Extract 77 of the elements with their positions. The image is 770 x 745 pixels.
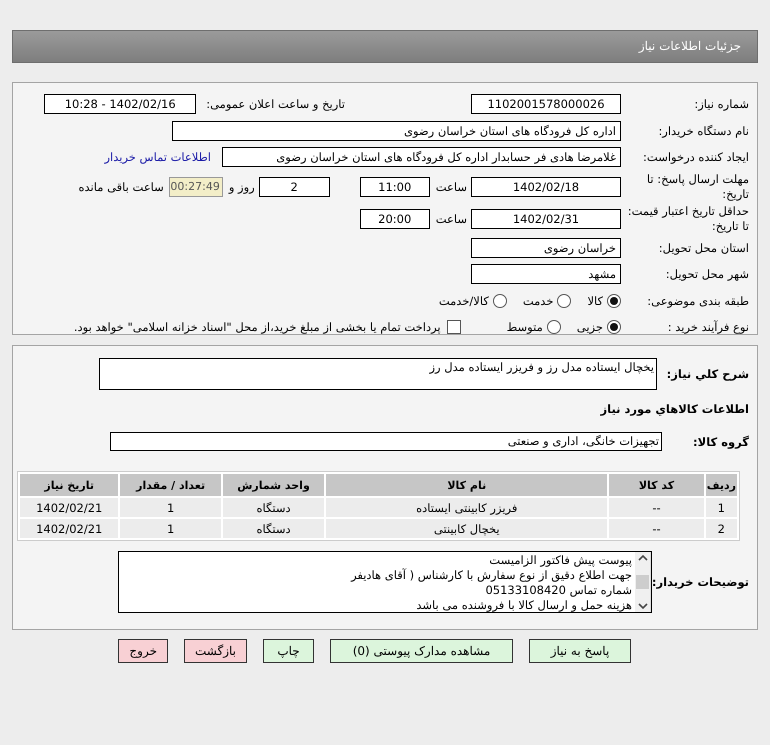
field-label: نام دستگاه خریدار: xyxy=(657,124,749,138)
countdown-field[interactable]: 00:27:49 xyxy=(168,176,223,196)
action-button[interactable]: پاسخ به نیاز xyxy=(529,639,631,663)
notes-line: جهت اطلاع دقیق از نوع سفارش با کارشناس ( آقای هادیفر xyxy=(350,568,632,583)
field-label: توضیحات خریدار: xyxy=(652,575,749,589)
input-field[interactable]: 1402/02/18 xyxy=(471,176,621,196)
input-field[interactable]: اداره کل فرودگاه های استان خراسان رضوی xyxy=(172,120,621,141)
action-button[interactable]: بازگشت xyxy=(184,639,247,663)
notes-line: هزینه حمل و ارسال کالا با فروشنده می باشد xyxy=(415,598,632,612)
radio-button[interactable] xyxy=(557,294,572,308)
table-cell: 1402/02/21 xyxy=(20,498,118,517)
radio-button[interactable] xyxy=(607,294,621,308)
field-label: شماره نیاز: xyxy=(693,97,749,112)
action-button[interactable]: خروج xyxy=(118,639,168,663)
table-cell: -- xyxy=(609,519,704,538)
option-label: خدمت xyxy=(522,294,554,308)
field-label: شرح کلي نياز: xyxy=(666,367,749,381)
table-cell: 1 xyxy=(120,519,221,538)
option-label: متوسط xyxy=(506,320,543,334)
section-title: اطلاعات كالاهاي مورد نياز xyxy=(600,402,749,416)
field-label: ساعت xyxy=(436,212,467,226)
contact-link[interactable]: اطلاعات تماس خریدار xyxy=(104,150,211,164)
page-header: جزئیات اطلاعات نیاز xyxy=(12,30,758,63)
field-label: شهر محل تحویل: xyxy=(664,267,749,282)
input-field[interactable]: 1102001578000026 xyxy=(471,94,621,114)
input-field[interactable]: مشهد xyxy=(471,264,621,284)
field-label: ایجاد کننده درخواست: xyxy=(642,150,749,164)
input-field[interactable]: تجهیزات خانگی، اداری و صنعتی xyxy=(110,432,662,451)
scrollbar[interactable] xyxy=(635,552,651,612)
table-cell: 1 xyxy=(120,498,221,517)
description-field[interactable]: يخچال ايستاده مدل رز و فريزر ايستاده مدل رز xyxy=(99,358,657,390)
field-label: استان محل تحویل: xyxy=(658,240,749,255)
checkbox[interactable] xyxy=(446,320,461,334)
input-field[interactable]: غلامرضا هادی فر حسابدار اداره کل فرودگاه های استان خراسان رضوی xyxy=(222,147,621,168)
notes-field[interactable]: پیوست پیش فاکتور الزامیست جهت اطلاع دقیق از نوع سفارش با کارشناس ( آقای هادیفر شماره تماس 05133108420 هزینه حمل و ارسال کالا با فروشنده می باشد xyxy=(118,551,652,613)
payment-note: پرداخت تمام یا بخشی از مبلغ خرید،از محل "اسناد خزانه اسلامی" خواهد بود. xyxy=(74,320,441,334)
field-label: نوع فرآیند خرید : xyxy=(666,320,749,334)
scroll-up-icon[interactable] xyxy=(638,554,648,561)
input-field[interactable]: خراسان رضوی xyxy=(471,238,621,258)
table-cell: 1402/02/21 xyxy=(20,519,118,538)
field-label: تاریخ و ساعت اعلان عمومی: xyxy=(206,97,345,112)
table-cell: 1 xyxy=(706,498,737,517)
option-label: کالا xyxy=(587,294,603,308)
input-field[interactable]: 11:00 xyxy=(360,176,430,196)
notes-line: شماره تماس 05133108420 xyxy=(484,583,632,598)
table-cell: دستگاه xyxy=(222,498,324,517)
field-label: مهلت ارسال پاسخ: تا تاریخ: xyxy=(646,172,749,202)
column-header: نام کالا xyxy=(326,474,608,496)
field-label: طبقه بندی موضوعی: xyxy=(646,294,749,308)
input-field[interactable]: 20:00 xyxy=(360,208,430,228)
table-cell: 2 xyxy=(706,519,737,538)
action-button[interactable]: مشاهده مدارک پیوستی (0) xyxy=(330,639,513,663)
field-label: گروه کالا: xyxy=(692,434,749,448)
scroll-down-icon[interactable] xyxy=(638,603,648,610)
input-field[interactable]: 2 xyxy=(258,176,330,196)
column-header: تعداد / مقدار xyxy=(120,474,221,496)
radio-button[interactable] xyxy=(492,294,507,308)
column-header: کد کالا xyxy=(609,474,704,496)
table-cell: دستگاه xyxy=(222,519,324,538)
column-header: ردیف xyxy=(706,474,737,496)
input-field[interactable]: 1402/02/31 xyxy=(471,208,621,228)
action-button[interactable]: چاپ xyxy=(263,639,314,663)
column-header: تاریخ نیاز xyxy=(20,474,118,496)
option-label: جزیی xyxy=(576,320,603,334)
field-label: ساعت xyxy=(436,180,467,194)
notes-line: پیوست پیش فاکتور الزامیست xyxy=(488,553,632,568)
option-label: کالا/خدمت xyxy=(438,294,489,308)
radio-button[interactable] xyxy=(546,320,561,334)
table-cell: -- xyxy=(609,498,704,517)
field-label: روز و xyxy=(228,180,255,194)
radio-button[interactable] xyxy=(607,320,621,334)
field-label: حداقل تاریخ اعتبار قیمت: تا تاریخ: xyxy=(626,204,749,234)
table-cell: یخچال کابینتی xyxy=(326,519,608,538)
input-field[interactable]: 1402/02/16 - 10:28 xyxy=(44,94,196,114)
table-cell: فریزر کابینتی ایستاده xyxy=(326,498,608,517)
column-header: واحد شمارش xyxy=(222,474,324,496)
field-label: ساعت باقی مانده xyxy=(78,180,164,194)
